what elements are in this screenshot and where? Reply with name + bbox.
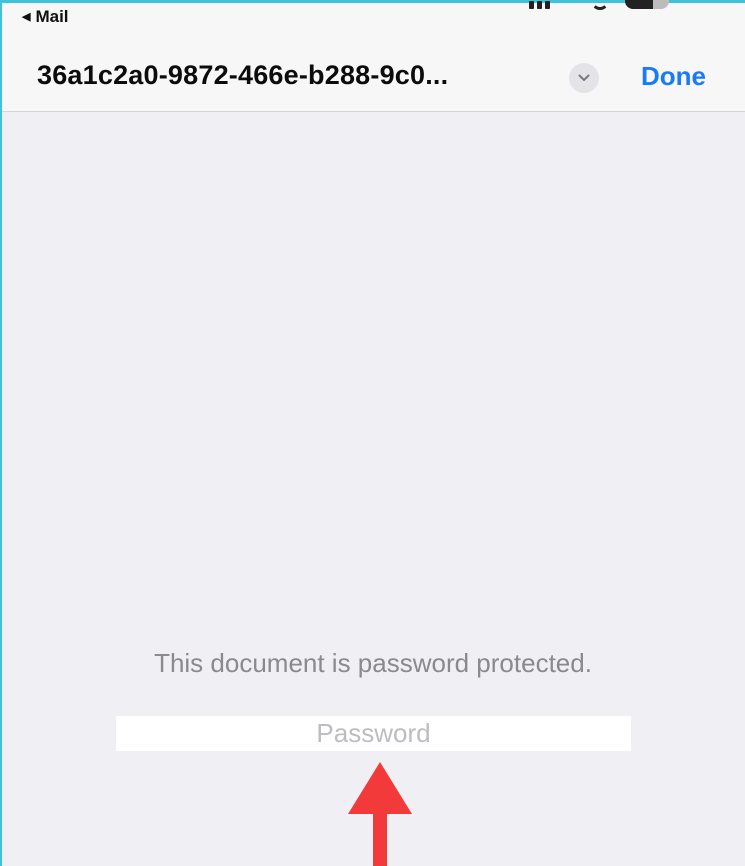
- password-protected-message: This document is password protected.: [154, 648, 592, 678]
- wifi-icon: [591, 1, 609, 10]
- document-title: 36a1c2a0-9872-466e-b288-9c0...: [37, 60, 449, 90]
- battery-icon: [625, 0, 669, 9]
- back-to-mail-button[interactable]: ◀ Mail: [22, 7, 69, 27]
- chevron-down-icon: [578, 74, 590, 81]
- signal-bar-icon: [545, 1, 550, 9]
- window-left-border: [0, 0, 2, 866]
- red-arrow-icon: [348, 762, 412, 866]
- signal-bar-icon: [529, 1, 534, 9]
- password-input[interactable]: [116, 716, 631, 751]
- done-button[interactable]: Done: [641, 61, 706, 92]
- navigation-header: ◀ Mail 36a1c2a0-9872-466e-b288-9c0... Do…: [2, 0, 745, 112]
- back-arrow-icon: ◀: [22, 10, 31, 23]
- title-menu-button[interactable]: [569, 63, 599, 93]
- status-bar-icons: [529, 0, 679, 13]
- back-label: Mail: [35, 7, 69, 26]
- signal-bar-icon: [537, 1, 542, 9]
